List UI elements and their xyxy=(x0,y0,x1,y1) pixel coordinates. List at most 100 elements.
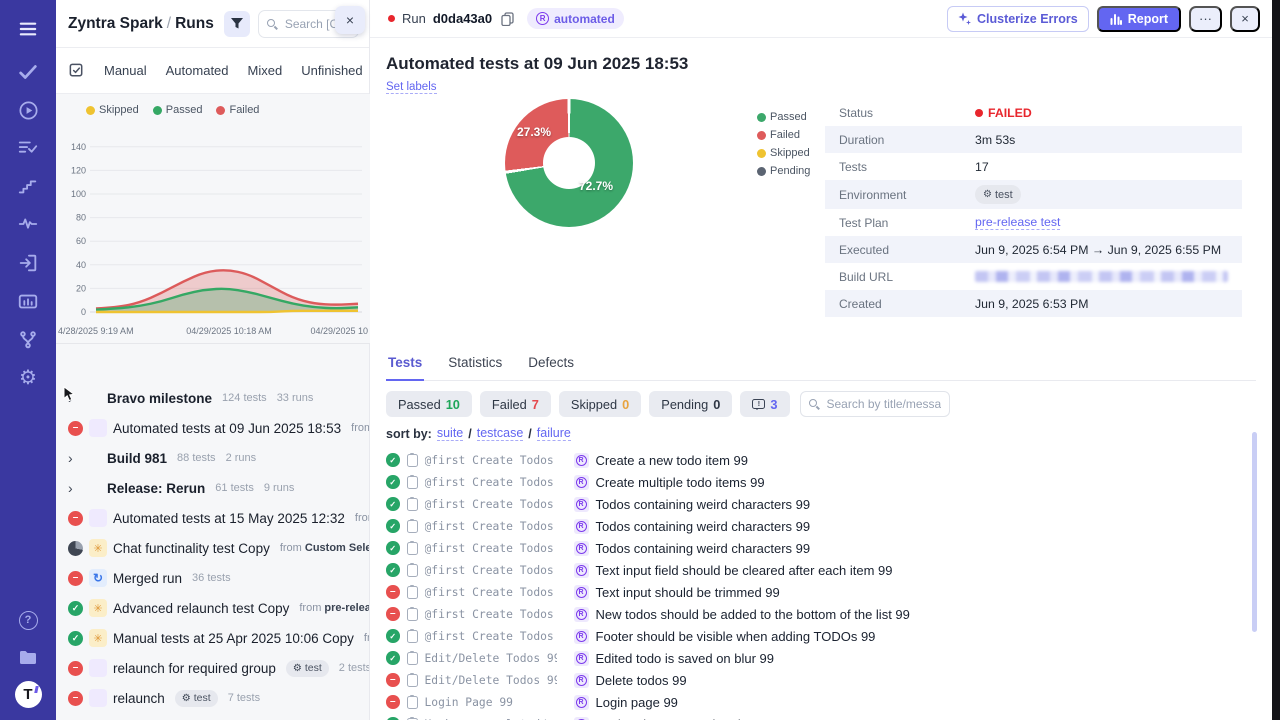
tab-unfinished[interactable]: Unfinished xyxy=(301,63,362,78)
docs-icon[interactable] xyxy=(0,642,56,672)
automated-badge[interactable]: automated xyxy=(527,8,624,29)
filter-button[interactable] xyxy=(224,11,250,37)
legend-item[interactable]: Failed xyxy=(216,104,259,116)
svg-text:80: 80 xyxy=(76,213,86,223)
run-list-item[interactable]: › Manual tests at 25 Apr 2025 10:06 Copy… xyxy=(56,623,369,653)
select-all-icon[interactable] xyxy=(68,62,85,79)
run-list-item[interactable]: › Advanced relaunch test Copy from pre-r… xyxy=(56,593,369,623)
run-list-item[interactable]: › Automated tests at 09 Jun 2025 18:53 f… xyxy=(56,413,369,443)
help-icon[interactable]: ? xyxy=(0,605,56,635)
run-status-icon xyxy=(68,511,83,526)
tab-automated[interactable]: Automated xyxy=(166,63,229,78)
test-suite: @first Create Todos 99... xyxy=(425,608,557,621)
svg-text:04/29/2025 10:18 AM: 04/29/2025 10:18 AM xyxy=(186,326,272,336)
checklist-icon[interactable] xyxy=(0,133,56,163)
chevron-right-icon[interactable]: › xyxy=(68,480,77,496)
run-list-item[interactable]: › Bravo milestone 124 tests 33 runs from xyxy=(56,383,369,413)
legend-label: Failed xyxy=(229,104,259,116)
filter-comments[interactable]: !3 xyxy=(740,391,789,417)
tab-tests[interactable]: Tests xyxy=(386,351,424,381)
tab-manual[interactable]: Manual xyxy=(104,63,147,78)
run-status-icon xyxy=(68,571,83,586)
run-status-icon xyxy=(68,601,83,616)
legend-item[interactable]: Skipped xyxy=(757,147,810,159)
pulse-icon[interactable] xyxy=(0,209,56,239)
panel-close-button[interactable]: × xyxy=(335,6,365,34)
info-row: Executed Jun 9, 2025 6:54 PM → Jun 9, 20… xyxy=(825,236,1242,263)
settings-icon[interactable]: ⚙ xyxy=(0,363,56,393)
run-meta-tests: 124 tests xyxy=(222,392,267,404)
run-list-item[interactable]: › relaunch test 7 tests from xyxy=(56,683,369,713)
close-run-button[interactable]: × xyxy=(1230,6,1260,32)
run-from: from Plan xyxy=(364,632,369,644)
menu-icon[interactable] xyxy=(0,14,56,44)
clusterize-errors-button[interactable]: Clusterize Errors xyxy=(947,6,1089,32)
tasks-icon[interactable] xyxy=(0,57,56,87)
chevron-right-icon[interactable]: › xyxy=(68,450,77,466)
test-status-icon xyxy=(386,607,400,621)
tests-scrollbar[interactable] xyxy=(1252,432,1257,632)
copy-icon[interactable] xyxy=(501,12,514,26)
legend-item[interactable]: Skipped xyxy=(86,104,139,116)
test-row[interactable]: @first Create Todos 99... Create multipl… xyxy=(386,471,1256,493)
runs-history-chart: Skipped Passed Failed 020406080100120140… xyxy=(56,94,370,344)
clipboard-icon xyxy=(407,542,418,555)
run-list-item[interactable]: › relaunch for required group test 2 tes… xyxy=(56,653,369,683)
more-button[interactable]: ··· xyxy=(1189,6,1222,32)
tab-defects[interactable]: Defects xyxy=(526,351,576,380)
runs-icon[interactable] xyxy=(0,95,56,125)
tab-statistics[interactable]: Statistics xyxy=(446,351,504,380)
reports-icon[interactable] xyxy=(0,287,56,317)
info-label: Environment xyxy=(839,188,975,202)
set-labels-link[interactable]: Set labels xyxy=(386,81,437,94)
legend-item[interactable]: Pending xyxy=(757,165,810,177)
donut-failed-label: 27.3% xyxy=(517,125,551,139)
sort-by-failure[interactable]: failure xyxy=(537,426,571,441)
tests-search-input[interactable] xyxy=(800,391,950,417)
test-row[interactable]: @first Create Todos 99... Todos containi… xyxy=(386,493,1256,515)
legend-item[interactable]: Passed xyxy=(153,104,203,116)
steps-icon[interactable] xyxy=(0,171,56,201)
sort-by-suite[interactable]: suite xyxy=(437,426,463,441)
test-row[interactable]: @first Create Todos 99... Todos containi… xyxy=(386,537,1256,559)
run-list-item[interactable]: › Automated tests at 15 May 2025 12:32 f… xyxy=(56,503,369,533)
filter-failed[interactable]: Failed7 xyxy=(480,391,551,417)
clipboard-icon xyxy=(407,586,418,599)
donut-passed-label: 72.7% xyxy=(579,179,613,193)
info-row: Created Jun 9, 2025 6:53 PM xyxy=(825,290,1242,317)
run-name: Release: Rerun xyxy=(107,481,205,496)
test-row[interactable]: @first Create Todos 99... Create a new t… xyxy=(386,449,1256,471)
test-suite: @first Create Todos 99... xyxy=(425,454,557,467)
legend-item[interactable]: Passed xyxy=(757,111,810,123)
run-status-icon xyxy=(68,661,83,676)
test-row[interactable]: Mark as completed/not ... Mark todos as … xyxy=(386,713,1256,720)
test-suite: @first Create Todos 99... xyxy=(425,542,557,555)
test-status-icon xyxy=(386,673,400,687)
test-row[interactable]: @first Create Todos 99... New todos shou… xyxy=(386,603,1256,625)
chevron-right-icon[interactable]: › xyxy=(68,390,77,406)
run-list-item[interactable]: › Release: Rerun 61 tests 9 runs from xyxy=(56,473,369,503)
legend-item[interactable]: Failed xyxy=(757,129,810,141)
logo[interactable]: T xyxy=(0,679,56,709)
import-icon[interactable] xyxy=(0,248,56,278)
filter-pending[interactable]: Pending0 xyxy=(649,391,732,417)
test-row[interactable]: @first Create Todos 99... Text input fie… xyxy=(386,559,1256,581)
test-row[interactable]: @first Create Todos 99... Footer should … xyxy=(386,625,1256,647)
filter-skipped[interactable]: Skipped0 xyxy=(559,391,641,417)
search-icon xyxy=(267,19,275,27)
test-row[interactable]: Edit/Delete Todos 99 @... Edited todo is… xyxy=(386,647,1256,669)
test-row[interactable]: @first Create Todos 99... Todos containi… xyxy=(386,515,1256,537)
run-list-item[interactable]: › Build 981 88 tests 2 runs from xyxy=(56,443,369,473)
branch-icon[interactable] xyxy=(0,325,56,355)
test-row[interactable]: Login Page 99 Login page 99 xyxy=(386,691,1256,713)
test-status-icon xyxy=(386,497,400,511)
test-row[interactable]: Edit/Delete Todos 99 @... Delete todos 9… xyxy=(386,669,1256,691)
sort-by-testcase[interactable]: testcase xyxy=(477,426,524,441)
filter-passed[interactable]: Passed10 xyxy=(386,391,472,417)
run-list-item[interactable]: › Merged run 36 tests from xyxy=(56,563,369,593)
tab-mixed[interactable]: Mixed xyxy=(248,63,283,78)
report-button[interactable]: Report xyxy=(1097,6,1181,32)
test-row[interactable]: @first Create Todos 99... Text input sho… xyxy=(386,581,1256,603)
run-list-item[interactable]: › Chat functinality test Copy from Custo… xyxy=(56,533,369,563)
legend-dot xyxy=(86,106,95,115)
